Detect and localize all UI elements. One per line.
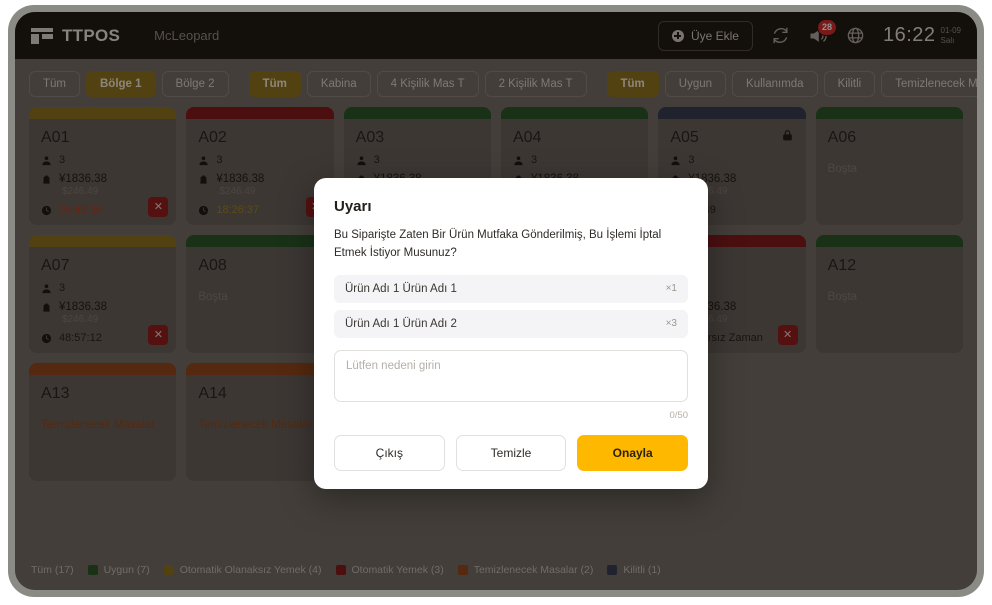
modal-item: Ürün Adı 1 Ürün Adı 2 ×3 (334, 310, 688, 338)
confirm-button[interactable]: Onayla (577, 435, 688, 471)
screenshot-root: TTPOS McLeopard Üye Ekle (0, 0, 992, 605)
modal-item-list: Ürün Adı 1 Ürün Adı 1×1Ürün Adı 1 Ürün A… (334, 275, 688, 338)
modal-item: Ürün Adı 1 Ürün Adı 1 ×1 (334, 275, 688, 303)
reason-input[interactable] (334, 350, 688, 402)
modal-item-name: Ürün Adı 1 Ürün Adı 1 (345, 283, 457, 295)
modal-item-name: Ürün Adı 1 Ürün Adı 2 (345, 318, 457, 330)
tablet-screen: TTPOS McLeopard Üye Ekle (15, 12, 977, 590)
modal-item-qty: ×1 (666, 283, 677, 294)
warning-modal: Uyarı Bu Siparişte Zaten Bir Ürün Mutfak… (314, 178, 708, 489)
char-counter: 0/50 (334, 410, 688, 421)
modal-buttons: Çıkış Temizle Onayla (334, 435, 688, 471)
tablet-bezel: TTPOS McLeopard Üye Ekle (8, 5, 984, 597)
exit-button[interactable]: Çıkış (334, 435, 445, 471)
clear-button[interactable]: Temizle (456, 435, 567, 471)
modal-item-qty: ×3 (666, 318, 677, 329)
modal-title: Uyarı (334, 198, 688, 215)
modal-message: Bu Siparişte Zaten Bir Ürün Mutfaka Gönd… (334, 227, 688, 263)
